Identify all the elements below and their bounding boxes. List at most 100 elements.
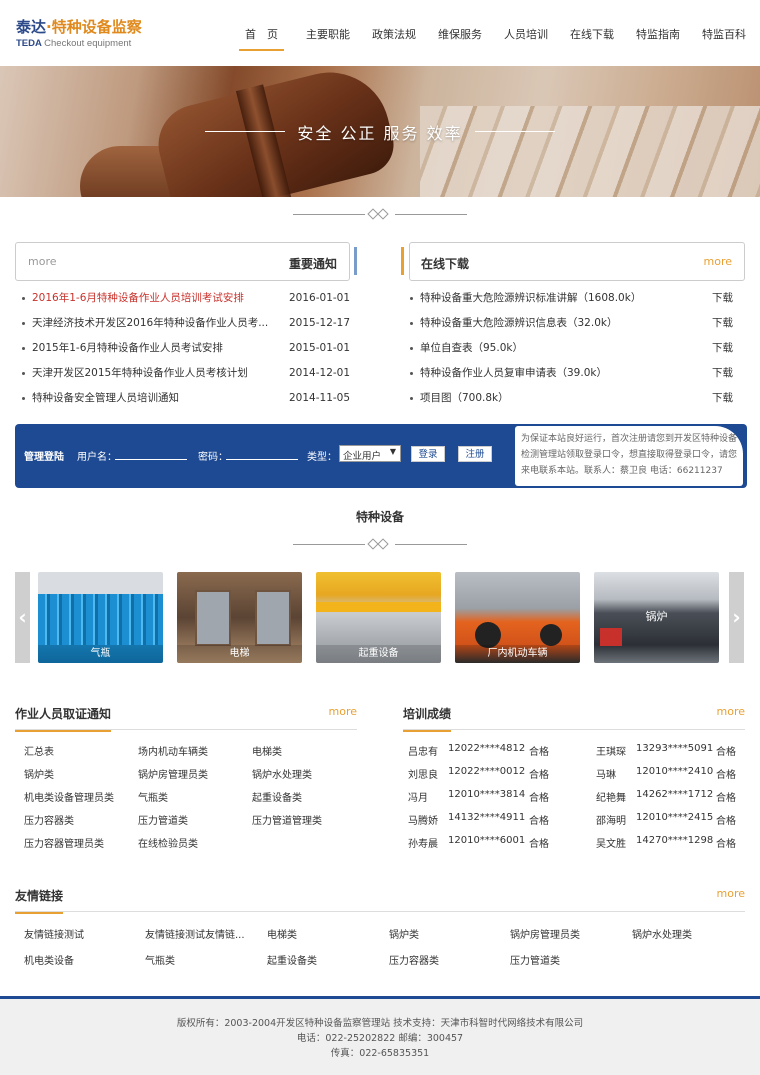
download-link: 下载 [712,342,733,354]
links-more-link[interactable]: more [717,887,746,900]
download-link: 下载 [712,392,733,404]
friend-link[interactable]: 锅炉房管理员类 [510,926,580,941]
trainee-result: 合格 [529,816,549,827]
friend-link[interactable]: 友情链接测试 [24,926,84,941]
trainee-result: 合格 [529,839,549,850]
cert-item[interactable]: 压力管道类 [138,812,188,827]
footer-phone: 电话：022-25202822 邮编：300457 [296,1033,464,1044]
cert-item[interactable]: 在线检验员类 [138,835,198,850]
list-item[interactable]: 项目图（700.8k） 下载 [410,386,740,411]
site-header: 泰达·特种设备监察 TEDA Checkout equipment 首 页 主要… [0,0,760,66]
main-nav: 首 页 主要职能 政策法规 维保服务 人员培训 在线下载 特监指南 特监百科 [217,22,746,51]
trainee-name: 纪艳舞 [596,793,626,804]
download-header: 在线下载 more [409,242,745,281]
carousel-next-icon[interactable]: › [729,572,744,663]
trainee-id: 12010****2410 [636,766,714,777]
equipment-elevator-card[interactable]: 电梯 [177,572,302,663]
section-divider [293,208,467,220]
list-item[interactable]: 特种设备作业人员复审申请表（39.0k） 下载 [410,361,740,386]
cert-item[interactable]: 机电类设备管理员类 [24,789,114,804]
notice-list: 2016年1-6月特种设备作业人员培训考试安排 2016-01-01 天津经济技术… [22,286,352,411]
password-input[interactable] [226,459,298,460]
download-header-bar [401,247,404,275]
trainee-result: 合格 [529,747,549,758]
cert-item[interactable]: 压力容器管理员类 [24,835,104,850]
nav-guide[interactable]: 特监指南 [636,22,680,51]
list-item[interactable]: 天津经济技术开发区2016年特种设备作业人员考... 2015-12-17 [22,311,352,336]
logo-en-1: TEDA [16,38,42,49]
friend-link[interactable]: 机电类设备 [24,952,74,967]
download-title: 在线下载 [421,257,470,271]
trainee-result: 合格 [529,770,549,781]
cert-more-link[interactable]: more [329,705,358,718]
list-item[interactable]: 2015年1-6月特种设备作业人员考试安排 2015-01-01 [22,336,352,361]
carousel-prev-icon[interactable]: ‹ [15,572,30,663]
friend-link[interactable]: 气瓶类 [145,952,175,967]
list-item[interactable]: 特种设备重大危险源辨识标准讲解（1608.0k） 下载 [410,286,740,311]
list-item[interactable]: 单位自查表（95.0k） 下载 [410,336,740,361]
list-item[interactable]: 天津开发区2015年特种设备作业人员考核计划 2014-12-01 [22,361,352,386]
trainee-name: 刘思良 [408,770,438,781]
trainee-id: 14132****4911 [448,812,526,823]
cert-item[interactable]: 锅炉水处理类 [252,766,312,781]
friend-link[interactable]: 起重设备类 [267,952,317,967]
cert-item[interactable]: 电梯类 [252,743,282,758]
friend-link[interactable]: 压力管道类 [510,952,560,967]
cert-item[interactable]: 起重设备类 [252,789,302,804]
download-more-link[interactable]: more [704,255,733,268]
cert-item[interactable]: 场内机动车辆类 [138,743,208,758]
notice-more-link[interactable]: more [28,255,57,268]
list-item[interactable]: 特种设备重大危险源辨识信息表（32.0k） 下载 [410,311,740,336]
equipment-boiler-card[interactable]: 锅炉 [594,572,719,663]
type-label: 类型： [307,452,337,463]
nav-home[interactable]: 首 页 [239,22,284,51]
cert-item[interactable]: 气瓶类 [138,789,168,804]
download-link: 下载 [712,367,733,379]
training-more-link[interactable]: more [717,705,746,718]
equipment-caption: 起重设备 [316,645,441,663]
trainee-name: 邵海明 [596,816,626,827]
friend-link[interactable]: 友情链接测试友情链... [145,926,245,941]
trainee-result: 合格 [529,793,549,804]
chevron-down-icon: ▼ [389,447,396,456]
friend-link[interactable]: 锅炉类 [389,926,419,941]
friend-link[interactable]: 电梯类 [267,926,297,941]
trainee-id: 12010****3814 [448,789,526,800]
cert-item[interactable]: 压力管道管理类 [252,812,322,827]
trainee-name: 孙寿晨 [408,839,438,850]
list-item[interactable]: 特种设备安全管理人员培训通知 2014-11-05 [22,386,352,411]
trainee-name: 冯月 [408,793,428,804]
notice-header-bar [354,247,357,275]
nav-maintenance[interactable]: 维保服务 [438,22,482,51]
username-input[interactable] [115,459,187,460]
nav-policies[interactable]: 政策法规 [372,22,416,51]
username-label: 用户名： [77,452,117,463]
footer-copyright: 版权所有：2003-2004开发区特种设备监察管理站 技术支持：天津市科智时代网… [176,1018,584,1029]
friend-link[interactable]: 压力容器类 [389,952,439,967]
login-panel: 管理登陆 用户名： 密码： 类型： 企业用户 ▼ 登录 注册 为保证本站良好运行，… [15,424,747,488]
site-logo[interactable]: 泰达·特种设备监察 TEDA Checkout equipment [16,16,142,49]
equipment-title: 特种设备 [355,510,404,524]
register-button[interactable]: 注册 [458,446,492,462]
nav-encyclopedia[interactable]: 特监百科 [702,22,746,51]
trainee-name: 吕忠有 [408,747,438,758]
equipment-crane-card[interactable]: 起重设备 [316,572,441,663]
list-item[interactable]: 2016年1-6月特种设备作业人员培训考试安排 2016-01-01 [22,286,352,311]
login-button[interactable]: 登录 [411,446,445,462]
login-title: 管理登陆 [24,452,64,463]
equipment-forklift-card[interactable]: 厂内机动车辆 [455,572,580,663]
download-list: 特种设备重大危险源辨识标准讲解（1608.0k） 下载 特种设备重大危险源辨识信息… [410,286,740,411]
friend-link[interactable]: 锅炉水处理类 [632,926,692,941]
user-type-select[interactable]: 企业用户 ▼ [339,445,401,462]
cert-item[interactable]: 锅炉房管理员类 [138,766,208,781]
equipment-cylinder-card[interactable]: 气瓶 [38,572,163,663]
site-footer: 版权所有：2003-2004开发区特种设备监察管理站 技术支持：天津市科智时代网… [0,996,760,1075]
cert-item[interactable]: 汇总表 [24,743,54,758]
nav-training[interactable]: 人员培训 [504,22,548,51]
trainee-id: 12022****0012 [448,766,526,777]
nav-download[interactable]: 在线下载 [570,22,614,51]
cert-item[interactable]: 锅炉类 [24,766,54,781]
trainee-id: 12010****6001 [448,835,526,846]
nav-functions[interactable]: 主要职能 [306,22,350,51]
cert-item[interactable]: 压力容器类 [24,812,74,827]
